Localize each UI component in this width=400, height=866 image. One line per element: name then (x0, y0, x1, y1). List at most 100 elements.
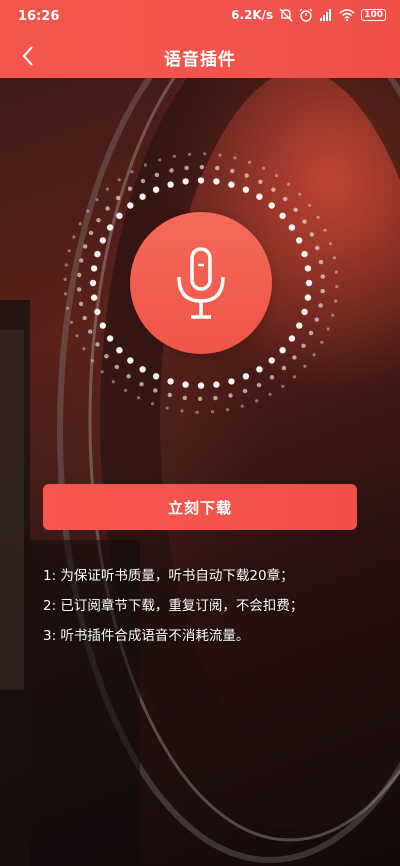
ring-dot (116, 212, 123, 219)
ring-dot (320, 274, 325, 279)
ring-dot (242, 373, 250, 380)
ring-dot (169, 168, 174, 173)
ring-dot (318, 303, 323, 308)
ring-dot (139, 382, 144, 387)
ring-dot (167, 392, 172, 398)
ring-dot (182, 381, 189, 388)
ring-dot (95, 198, 99, 202)
ring-dot (115, 195, 121, 201)
mic-button[interactable] (130, 212, 272, 354)
ring-dot (127, 186, 133, 191)
ring-dot (64, 263, 68, 267)
ring-dot (301, 250, 308, 258)
ring-dot (182, 395, 187, 401)
alarm-icon (299, 8, 313, 22)
ring-dot (130, 170, 134, 174)
ring-dot (152, 373, 160, 380)
microphone-icon (177, 247, 225, 319)
ring-dot (172, 154, 176, 158)
ring-dot (244, 173, 249, 178)
ring-dot (95, 342, 100, 347)
ring-dot (77, 287, 82, 292)
notes-list: 1: 为保证听书质量，听书自动下载20章； 2: 已订阅章节下载，重复订阅，不会… (43, 566, 383, 656)
ring-dot (75, 334, 79, 338)
ring-dot (89, 279, 97, 287)
ring-dot (154, 172, 160, 178)
ring-dot (105, 206, 110, 211)
wifi-icon (339, 8, 355, 22)
ring-dot (127, 357, 134, 364)
ring-dot (256, 366, 263, 373)
ring-dot (82, 347, 86, 351)
download-button[interactable]: 立刻下载 (43, 484, 357, 530)
ring-dot (318, 259, 324, 265)
ring-dot (268, 392, 272, 396)
ring-dot (82, 315, 87, 321)
ring-dot (283, 196, 288, 202)
ring-dot (308, 330, 314, 336)
ring-dot (88, 329, 93, 334)
ring-dot (305, 279, 313, 287)
ring-dot (79, 258, 84, 263)
ring-dot (99, 322, 107, 329)
ring-dot (301, 308, 308, 316)
signal-icon (319, 8, 333, 22)
ring-dot (88, 230, 94, 236)
ring-dot (213, 395, 218, 401)
ring-dot (323, 228, 327, 232)
ring-dot (63, 292, 68, 296)
ring-dot (199, 164, 205, 170)
ring-dot (304, 265, 312, 272)
ring-dot (281, 384, 285, 388)
ring-dot (274, 174, 279, 178)
ring-dot (182, 178, 189, 185)
ring-dot (298, 192, 302, 196)
nav-bar: 语音插件 (0, 34, 400, 78)
ring-dot (90, 359, 94, 363)
page-title: 语音插件 (164, 50, 236, 70)
ring-dot (94, 250, 101, 258)
ring-dot (256, 193, 263, 200)
ring-dot (242, 186, 250, 193)
note-item: 3: 听书插件合成语音不消耗流量。 (43, 628, 250, 644)
ring-dot (316, 215, 320, 219)
ring-dot (195, 410, 199, 414)
ring-dot (218, 153, 222, 157)
ring-dot (256, 382, 262, 388)
ring-dot (117, 178, 121, 182)
ring-dot (309, 232, 314, 237)
mute-icon (279, 8, 293, 22)
status-time: 16:26 (18, 9, 60, 24)
ring-dot (90, 294, 98, 301)
ring-dot (304, 294, 312, 301)
ring-dot (288, 335, 296, 342)
ring-dot (213, 178, 220, 185)
ring-dot (335, 285, 339, 289)
ring-dot (116, 347, 123, 354)
ring-dot (78, 222, 82, 226)
ring-dot (296, 322, 303, 329)
ring-dot (126, 374, 131, 379)
ring-dot (152, 186, 160, 193)
ring-dot (329, 242, 333, 246)
ring-dot (86, 209, 90, 213)
ring-dot (167, 378, 174, 385)
ring-dot (302, 219, 307, 224)
ring-dot (197, 396, 203, 402)
header: 16:26 6.2K/s 100 语音插件 (0, 0, 400, 78)
ring-dot (139, 193, 146, 200)
ring-dot (334, 270, 339, 274)
ring-dot (314, 317, 319, 322)
ring-dot (279, 347, 286, 354)
ring-dot (180, 409, 184, 413)
ring-dot (268, 357, 275, 364)
mic-area (0, 140, 400, 440)
ring-dot (187, 152, 192, 156)
status-bar: 16:26 6.2K/s 100 (0, 0, 400, 34)
ring-dot (301, 343, 306, 348)
ring-dot (334, 299, 338, 303)
ring-dot (255, 399, 259, 403)
ring-dot (287, 182, 291, 186)
ring-dot (213, 381, 220, 388)
ring-dot (315, 245, 320, 251)
